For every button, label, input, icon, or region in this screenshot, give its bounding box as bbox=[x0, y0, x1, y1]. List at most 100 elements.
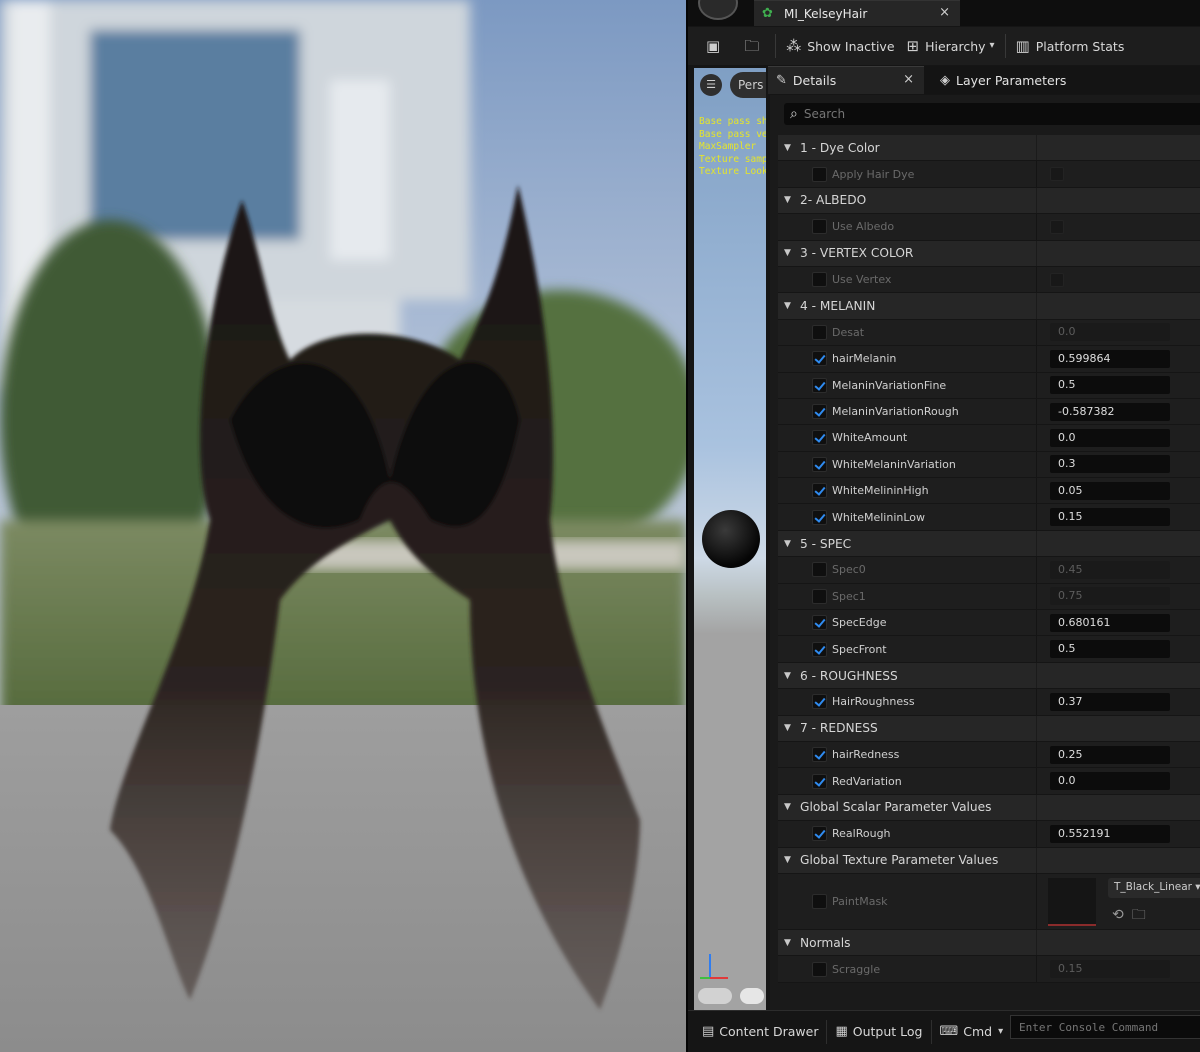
override-checkbox[interactable] bbox=[812, 641, 827, 657]
texture-asset-picker[interactable]: T_Black_Linear ▾ bbox=[1108, 877, 1200, 898]
override-checkbox[interactable] bbox=[812, 509, 827, 525]
parameter-value-field[interactable]: -0.587382 bbox=[1050, 402, 1170, 421]
parameter-value-field[interactable]: 0.75 bbox=[1050, 587, 1170, 606]
category-header[interactable]: ▼ Normals bbox=[778, 929, 1200, 957]
parameter-value-field[interactable]: 0.15 bbox=[1050, 960, 1170, 979]
perspective-button[interactable]: Pers bbox=[730, 72, 766, 98]
chevron-down-icon[interactable]: ▼ bbox=[784, 723, 794, 733]
parameter-value-field[interactable]: 0.552191 bbox=[1050, 824, 1170, 843]
column-divider bbox=[1036, 794, 1037, 821]
chevron-down-icon[interactable]: ▼ bbox=[784, 195, 794, 205]
parameter-value-checkbox[interactable] bbox=[1050, 219, 1064, 234]
override-checkbox[interactable] bbox=[812, 351, 827, 367]
override-checkbox[interactable] bbox=[812, 456, 827, 472]
stat-line: Base pass sh bbox=[699, 116, 766, 127]
override-checkbox[interactable] bbox=[812, 219, 827, 235]
column-divider bbox=[1036, 583, 1037, 610]
category-label: Normals bbox=[800, 935, 851, 950]
save-button[interactable]: ▣ bbox=[688, 27, 732, 65]
parameter-value-field[interactable]: 0.0 bbox=[1050, 323, 1170, 342]
parameter-value-checkbox[interactable] bbox=[1050, 272, 1064, 287]
stat-line: Texture samp bbox=[699, 153, 766, 165]
tab-layer-parameters[interactable]: ◈ Layer Parameters bbox=[932, 66, 1112, 94]
content-drawer-button[interactable]: ▤ Content Drawer bbox=[694, 1017, 826, 1047]
parameter-value-field[interactable]: 0.680161 bbox=[1050, 613, 1170, 632]
category-header[interactable]: ▼ 3 - VERTEX COLOR bbox=[778, 240, 1200, 267]
chevron-down-icon[interactable]: ▼ bbox=[784, 248, 794, 258]
parameter-value-field[interactable]: 0.0 bbox=[1050, 428, 1170, 447]
category-label: 5 - SPEC bbox=[800, 536, 852, 551]
parameter-row: WhiteMelaninVariation 0.3 bbox=[778, 451, 1200, 479]
texture-thumbnail[interactable] bbox=[1048, 877, 1096, 926]
parameter-value-field[interactable]: 0.45 bbox=[1050, 560, 1170, 579]
category-header[interactable]: ▼ 7 - REDNESS bbox=[778, 715, 1200, 742]
override-checkbox[interactable] bbox=[812, 324, 827, 340]
show-inactive-button[interactable]: ⁂ Show Inactive bbox=[780, 27, 900, 65]
category-header[interactable]: ▼ 6 - ROUGHNESS bbox=[778, 662, 1200, 690]
chevron-down-icon[interactable]: ▼ bbox=[784, 802, 794, 812]
search-box[interactable]: ⌕ bbox=[784, 103, 1200, 125]
override-checkbox[interactable] bbox=[812, 961, 827, 977]
platform-stats-button[interactable]: ▥ Platform Stats bbox=[1010, 27, 1131, 65]
hierarchy-dropdown[interactable]: ⊞ Hierarchy ▾ bbox=[901, 27, 1001, 65]
asset-tab[interactable]: ✿ MI_KelseyHair × bbox=[754, 0, 960, 26]
parameter-value-field[interactable]: 0.3 bbox=[1050, 455, 1170, 474]
category-header[interactable]: ▼ 4 - MELANIN bbox=[778, 293, 1200, 320]
output-log-button[interactable]: ▦ Output Log bbox=[827, 1017, 930, 1047]
parameter-row: Scraggle 0.15 bbox=[778, 956, 1200, 983]
console-command-input[interactable] bbox=[1010, 1015, 1200, 1039]
parameter-value-checkbox[interactable] bbox=[1050, 167, 1064, 182]
close-icon[interactable]: × bbox=[939, 5, 950, 20]
override-checkbox[interactable] bbox=[812, 747, 827, 763]
browse-button[interactable]: 🗀 bbox=[732, 27, 771, 65]
override-checkbox[interactable] bbox=[812, 562, 827, 578]
material-preview-viewport[interactable] bbox=[0, 0, 686, 1052]
chevron-down-icon[interactable]: ▼ bbox=[784, 671, 794, 681]
chevron-down-icon[interactable]: ▼ bbox=[784, 855, 794, 865]
parameter-value-field[interactable]: 0.5 bbox=[1050, 640, 1170, 659]
parameter-value-field[interactable]: 0.25 bbox=[1050, 745, 1170, 764]
category-header[interactable]: ▼ Global Scalar Parameter Values bbox=[778, 794, 1200, 822]
parameter-name: SpecEdge bbox=[832, 616, 887, 630]
close-icon[interactable]: × bbox=[903, 72, 914, 87]
override-checkbox[interactable] bbox=[812, 615, 827, 631]
category-header[interactable]: ▼ Global Texture Parameter Values bbox=[778, 847, 1200, 874]
override-checkbox[interactable] bbox=[812, 272, 827, 288]
category-header[interactable]: ▼ 2- ALBEDO bbox=[778, 187, 1200, 215]
stats-panel-icon: ▥ bbox=[1015, 37, 1030, 55]
override-checkbox[interactable] bbox=[812, 430, 827, 446]
mini-preview-viewport[interactable]: ☰ Pers Base pass sh Base pass ve MaxSamp… bbox=[694, 68, 766, 1011]
viewport-menu-icon[interactable]: ☰ bbox=[700, 74, 722, 96]
parameter-name: hairRedness bbox=[832, 748, 900, 762]
override-checkbox[interactable] bbox=[812, 694, 827, 710]
parameter-value-field[interactable]: 0.15 bbox=[1050, 508, 1170, 527]
override-checkbox[interactable] bbox=[812, 588, 827, 604]
tab-details[interactable]: ✎ Details × bbox=[768, 66, 924, 94]
search-input[interactable] bbox=[803, 107, 1104, 121]
override-checkbox[interactable] bbox=[812, 773, 827, 789]
parameter-value-field[interactable]: 0.0 bbox=[1050, 772, 1170, 791]
override-checkbox[interactable] bbox=[812, 826, 827, 842]
override-checkbox[interactable] bbox=[812, 404, 827, 420]
parameter-value-field[interactable]: 0.37 bbox=[1050, 692, 1170, 711]
parameter-value-field[interactable]: 0.5 bbox=[1050, 376, 1170, 395]
asset-action-icons[interactable]: ⟲🗀 bbox=[1112, 904, 1154, 928]
chevron-down-icon[interactable]: ▼ bbox=[784, 938, 794, 948]
override-checkbox[interactable] bbox=[812, 893, 827, 909]
chevron-down-icon[interactable]: ▼ bbox=[784, 539, 794, 549]
cmd-dropdown[interactable]: ⌨ Cmd ▾ bbox=[932, 1017, 1012, 1047]
chevron-down-icon[interactable]: ▼ bbox=[784, 301, 794, 311]
category-header[interactable]: ▼ 5 - SPEC bbox=[778, 530, 1200, 558]
override-checkbox[interactable] bbox=[812, 166, 827, 182]
override-checkbox[interactable] bbox=[812, 483, 827, 499]
preview-options-toggle[interactable] bbox=[740, 988, 764, 1004]
parameter-name: HairRoughness bbox=[832, 695, 915, 709]
chevron-down-icon[interactable]: ▼ bbox=[784, 143, 794, 153]
override-checkbox[interactable] bbox=[812, 377, 827, 393]
category-header[interactable]: ▼ 1 - Dye Color bbox=[778, 135, 1200, 162]
pencil-icon: ✎ bbox=[776, 73, 787, 88]
preview-shape-toggle[interactable] bbox=[698, 988, 732, 1004]
parameter-value-field[interactable]: 0.599864 bbox=[1050, 349, 1170, 368]
parameter-value-field[interactable]: 0.05 bbox=[1050, 481, 1170, 500]
unreal-logo-icon[interactable] bbox=[698, 0, 738, 20]
